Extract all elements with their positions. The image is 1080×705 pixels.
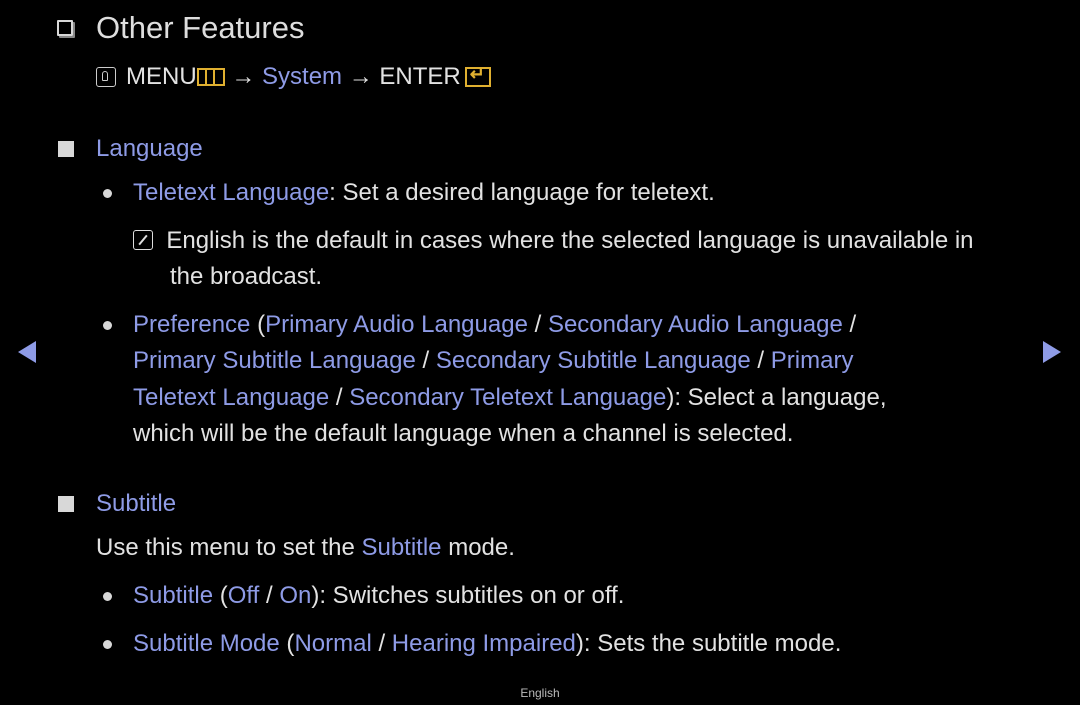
note-line1: English is the default in cases where th… bbox=[133, 227, 974, 255]
square-bullet-icon bbox=[58, 141, 74, 157]
subtitle-mode-item: Subtitle Mode (Normal / Hearing Impaired… bbox=[133, 630, 842, 657]
teletext-language-item: Teletext Language: Set a desired languag… bbox=[133, 179, 715, 206]
note-line2: the broadcast. bbox=[170, 263, 323, 290]
page-title: Other Features bbox=[96, 10, 305, 45]
subtitle-heading: Subtitle bbox=[96, 490, 177, 517]
language-heading: Language bbox=[96, 135, 203, 162]
note-icon bbox=[133, 230, 153, 250]
subtitle-item: Subtitle (Off / On): Switches subtitles … bbox=[133, 582, 625, 609]
remote-touch-icon bbox=[96, 67, 116, 87]
path-system: System bbox=[262, 63, 343, 90]
square-bullet-icon bbox=[58, 496, 74, 512]
bullet-icon bbox=[103, 189, 112, 198]
preference-line4: which will be the default language when … bbox=[133, 420, 794, 447]
preference-line3: Teletext Language / Secondary Teletext L… bbox=[133, 384, 887, 411]
section-checkbox-icon bbox=[57, 20, 73, 36]
enter-icon bbox=[464, 64, 491, 87]
bullet-icon bbox=[103, 592, 112, 601]
subtitle-intro: Use this menu to set the Subtitle mode. bbox=[96, 534, 515, 561]
footer-language: English bbox=[520, 686, 560, 700]
preference-line1: Preference (Primary Audio Language / Sec… bbox=[133, 311, 857, 338]
menu-path: MENU → System → ENTER bbox=[96, 63, 491, 91]
next-page-arrow-icon[interactable] bbox=[1043, 341, 1061, 363]
bullet-icon bbox=[103, 321, 112, 330]
previous-page-arrow-icon[interactable] bbox=[18, 341, 36, 363]
menu-icon bbox=[196, 68, 225, 86]
bullet-icon bbox=[103, 640, 112, 649]
preference-line2: Primary Subtitle Language / Secondary Su… bbox=[133, 347, 854, 374]
